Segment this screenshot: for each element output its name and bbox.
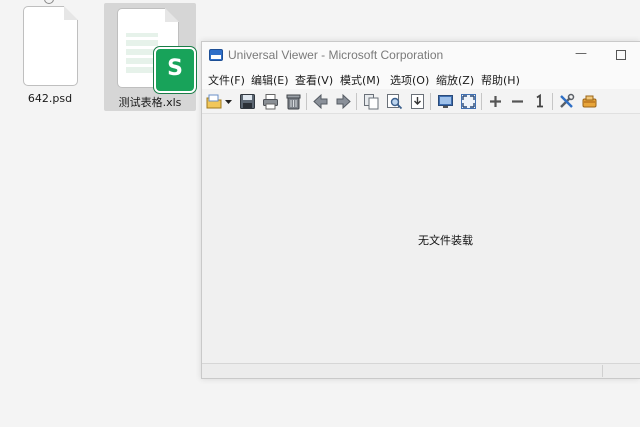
recycle-bin-icon[interactable]: [285, 93, 302, 110]
zoom-out-icon[interactable]: [509, 93, 526, 110]
forward-arrow-icon[interactable]: [335, 93, 352, 110]
menu-edit[interactable]: 编辑(E): [251, 72, 289, 88]
file-hook-icon: [44, 0, 54, 4]
copy-icon[interactable]: [363, 93, 380, 110]
window-title: Universal Viewer - Microsoft Corporation: [228, 48, 444, 62]
spreadsheet-file-icon: S: [117, 8, 196, 93]
app-icon: [209, 49, 223, 61]
menu-zoom[interactable]: 缩放(Z): [436, 72, 474, 88]
viewer-content-area[interactable]: 无文件装载: [202, 114, 640, 364]
menu-mode[interactable]: 模式(M): [340, 72, 380, 88]
no-file-loaded-message: 无文件装载: [418, 234, 473, 247]
maximize-button[interactable]: [616, 50, 626, 60]
menu-options[interactable]: 选项(O): [390, 72, 429, 88]
menu-file[interactable]: 文件(F): [208, 72, 245, 88]
find-icon[interactable]: [386, 93, 403, 110]
universal-viewer-window: Universal Viewer - Microsoft Corporation…: [201, 41, 640, 379]
status-bar: [202, 363, 640, 378]
minimize-button[interactable]: —: [574, 46, 588, 62]
desktop-file-xls[interactable]: S 测试表格.xls: [104, 3, 196, 111]
spreadsheet-badge-icon: S: [154, 47, 196, 93]
back-arrow-icon[interactable]: [312, 93, 329, 110]
settings-tools-icon[interactable]: [558, 93, 575, 110]
dropdown-arrow-icon[interactable]: [224, 93, 233, 110]
open-folder-icon[interactable]: [206, 93, 223, 110]
document-icon: [23, 6, 78, 86]
export-icon[interactable]: [409, 93, 426, 110]
print-icon[interactable]: [262, 93, 279, 110]
menu-help[interactable]: 帮助(H): [481, 72, 520, 88]
toolbar: [202, 89, 640, 114]
zoom-in-icon[interactable]: [487, 93, 504, 110]
file-label: 642.psd: [27, 92, 73, 105]
title-bar[interactable]: Universal Viewer - Microsoft Corporation…: [202, 42, 640, 69]
save-icon[interactable]: [239, 93, 256, 110]
plugin-icon[interactable]: [581, 93, 598, 110]
original-size-icon[interactable]: [531, 93, 548, 110]
screen-icon[interactable]: [437, 93, 454, 110]
fullscreen-icon[interactable]: [460, 93, 477, 110]
menu-view[interactable]: 查看(V): [295, 72, 333, 88]
menu-bar: 文件(F) 编辑(E) 查看(V) 模式(M) 选项(O) 缩放(Z) 帮助(H…: [202, 69, 640, 89]
file-label: 测试表格.xls: [118, 96, 182, 109]
